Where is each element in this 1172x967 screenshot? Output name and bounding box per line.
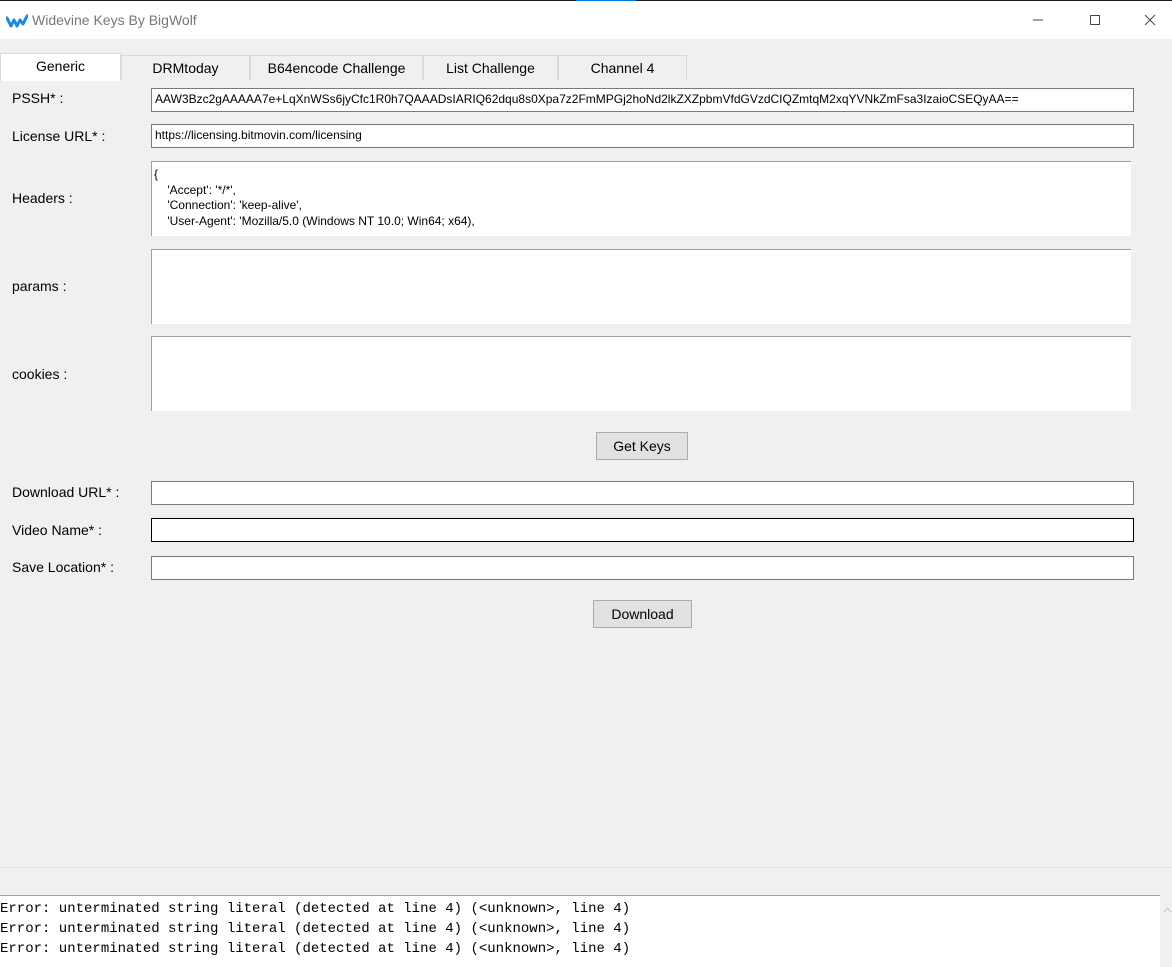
tab-channel-4[interactable]: Channel 4 [558, 55, 687, 80]
log-line: Error: unterminated string literal (dete… [0, 921, 631, 937]
tab-drmtoday[interactable]: DRMtoday [121, 55, 250, 80]
maximize-icon [1090, 15, 1100, 25]
cookies-textarea[interactable] [151, 336, 1131, 411]
generic-tab-panel: PSSH* : AAW3Bzc2gAAAAA7e+LqXnWSs6jyCfc1R… [0, 80, 1172, 867]
tab-strip: Generic DRMtoday B64encode Challenge Lis… [0, 53, 1172, 81]
headers-textarea[interactable]: { 'Accept': '*/*', 'Connection': 'keep-a… [151, 161, 1131, 236]
minimize-icon [1033, 19, 1043, 21]
tab-generic[interactable]: Generic [0, 53, 121, 81]
close-button[interactable] [1127, 1, 1172, 39]
tab-list-challenge[interactable]: List Challenge [423, 55, 558, 80]
app-window: Widevine Keys By BigWolf Generic DRMtoda… [0, 0, 1172, 967]
license-url-label: License URL* : [12, 128, 106, 144]
log-output[interactable]: Error: unterminated string literal (dete… [0, 895, 1160, 967]
pssh-input[interactable]: AAW3Bzc2gAAAAA7e+LqXnWSs6jyCfc1R0h7QAAAD… [151, 88, 1134, 112]
headers-label: Headers : [12, 190, 73, 206]
download-button[interactable]: Download [593, 600, 692, 628]
video-name-label: Video Name* : [12, 522, 103, 538]
log-separator [0, 867, 1172, 868]
close-icon [1144, 14, 1156, 26]
download-url-input[interactable] [151, 481, 1134, 505]
video-name-input[interactable] [151, 518, 1134, 542]
maximize-button[interactable] [1072, 1, 1118, 39]
widevine-logo-icon [5, 14, 29, 28]
download-url-label: Download URL* : [12, 484, 120, 500]
get-keys-button[interactable]: Get Keys [596, 432, 688, 460]
save-location-label: Save Location* : [12, 559, 114, 575]
minimize-button[interactable] [1015, 1, 1061, 39]
license-url-input[interactable]: https://licensing.bitmovin.com/licensing [151, 124, 1134, 148]
window-title: Widevine Keys By BigWolf [32, 12, 197, 28]
log-line: Error: unterminated string literal (dete… [0, 901, 631, 917]
params-label: params : [12, 278, 67, 294]
params-textarea[interactable] [151, 249, 1131, 324]
title-bar[interactable]: Widevine Keys By BigWolf [0, 1, 1172, 39]
scroll-up-arrow-icon[interactable] [1163, 903, 1172, 915]
save-location-input[interactable] [151, 556, 1134, 580]
tab-b64encode-challenge[interactable]: B64encode Challenge [250, 55, 423, 80]
pssh-label: PSSH* : [12, 90, 64, 106]
cookies-label: cookies : [12, 366, 68, 382]
log-line: Error: unterminated string literal (dete… [0, 941, 631, 957]
